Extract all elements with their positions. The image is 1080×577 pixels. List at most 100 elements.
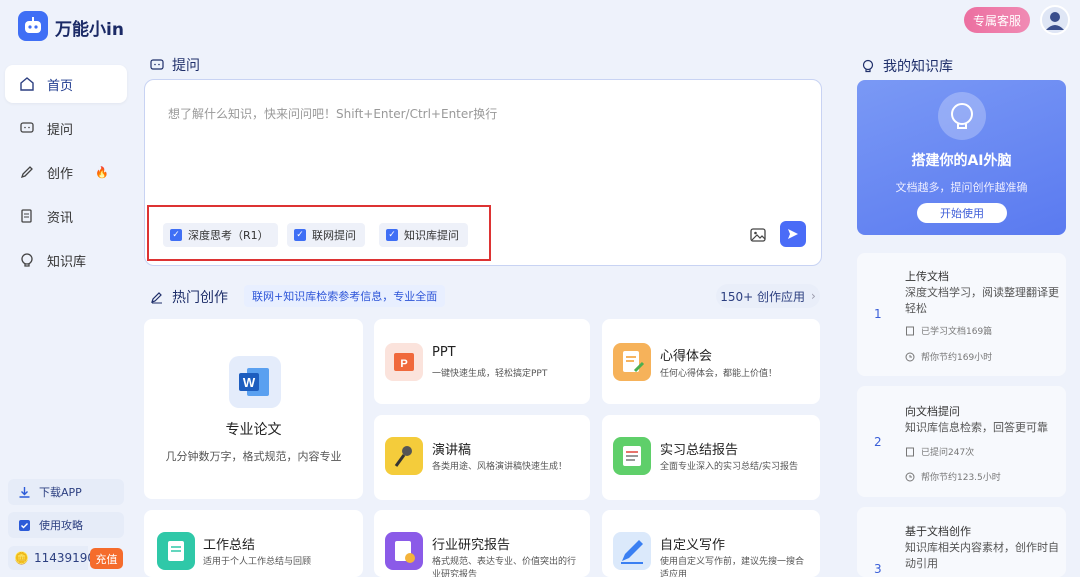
featured-card-title: 专业论文 bbox=[225, 422, 282, 438]
step-meta: 帮你节约123.5小时 bbox=[905, 470, 1001, 483]
checkbox-icon: ✓ bbox=[386, 229, 398, 241]
option-label: 联网提问 bbox=[312, 229, 356, 242]
clock-icon bbox=[905, 352, 915, 361]
card-desc: 格式规范、表达专业、价值突出的行业研究报告 bbox=[432, 557, 577, 577]
step-desc: 知识库信息检索，回答更可靠 bbox=[905, 421, 1048, 434]
sidebar-item-label: 提问 bbox=[47, 122, 74, 138]
brain-icon bbox=[938, 92, 986, 140]
option-label: 深度思考（R1） bbox=[188, 229, 269, 242]
word-document-icon: W bbox=[229, 356, 281, 408]
customer-service-button[interactable]: 专属客服 bbox=[964, 7, 1030, 33]
sidebar-item-label: 创作 bbox=[47, 166, 74, 182]
ask-section-title: 提问 bbox=[150, 55, 200, 75]
notebook-icon bbox=[613, 343, 651, 381]
card-desc: 适用于个人工作总结与回顾 bbox=[203, 557, 312, 567]
send-button[interactable] bbox=[780, 221, 806, 247]
sidebar-item-knowledge[interactable]: 知识库 bbox=[5, 241, 127, 279]
guide-label: 使用攻略 bbox=[39, 519, 83, 532]
more-apps-label: 150+ 创作应用 bbox=[720, 289, 805, 304]
app-name: 万能小in bbox=[55, 20, 124, 40]
kb-banner-title: 搭建你的AI外脑 bbox=[911, 153, 1012, 169]
card-desc: 一键快速生成，轻松搞定PPT bbox=[432, 369, 548, 379]
recharge-button[interactable]: 充值 bbox=[90, 548, 123, 569]
clock-icon bbox=[905, 472, 915, 481]
step-desc: 知识库相关内容素材，创作时自动引用 bbox=[905, 541, 1059, 570]
step-title: 上传文档 bbox=[905, 270, 949, 283]
step-meta-text: 帮你节约123.5小时 bbox=[921, 473, 1001, 483]
step-meta: 已学习文档169篇 bbox=[905, 324, 992, 337]
avatar[interactable] bbox=[1040, 5, 1070, 35]
coin-count: 11439190 bbox=[33, 551, 96, 565]
send-icon bbox=[788, 229, 798, 239]
brain-icon bbox=[21, 253, 33, 267]
deep-think-option[interactable]: ✓ 深度思考（R1） bbox=[163, 223, 278, 247]
document-icon bbox=[906, 326, 914, 335]
writing-icon bbox=[613, 532, 651, 570]
step-number: 3 bbox=[874, 562, 882, 576]
document-icon bbox=[906, 447, 914, 456]
download-app-button[interactable]: 下载APP bbox=[8, 479, 124, 505]
sidebar-item-home[interactable]: 首页 bbox=[5, 65, 127, 103]
step-desc: 深度文档学习，阅读整理翻译更轻松 bbox=[905, 286, 1059, 315]
image-upload-icon[interactable] bbox=[749, 226, 767, 244]
card-title: 行业研究报告 bbox=[432, 538, 511, 553]
sidebar-item-label: 资讯 bbox=[47, 210, 74, 226]
app-logo-icon bbox=[18, 11, 48, 41]
start-button[interactable]: 开始使用 bbox=[917, 203, 1007, 223]
card-desc: 使用自定义写作前，建议先搜一搜合适应用 bbox=[660, 557, 805, 577]
kb-section-title: 我的知识库 bbox=[861, 56, 953, 76]
sidebar-item-news[interactable]: 资讯 bbox=[5, 197, 127, 235]
step-meta-text: 已提问247次 bbox=[921, 448, 975, 458]
featured-card-desc: 几分钟数万字，格式规范，内容专业 bbox=[165, 450, 342, 463]
card-title: 实习总结报告 bbox=[660, 443, 739, 458]
hot-title: 热门创作 bbox=[172, 290, 228, 306]
svg-text:W: W bbox=[243, 375, 256, 390]
pen-icon bbox=[20, 166, 33, 179]
check-box-icon bbox=[19, 519, 30, 531]
card-title: 自定义写作 bbox=[660, 538, 726, 553]
ppt-icon: P bbox=[385, 343, 423, 381]
chevron-right-icon: › bbox=[810, 289, 816, 303]
sidebar-item-label: 首页 bbox=[47, 78, 74, 94]
card-desc: 全面专业深入的实习总结/实习报告 bbox=[660, 462, 799, 472]
brain-icon bbox=[862, 59, 874, 73]
sidebar-item-create[interactable]: 创作 🔥 bbox=[5, 153, 127, 191]
fire-icon: 🔥 bbox=[95, 165, 109, 179]
card-title: PPT bbox=[432, 345, 456, 360]
chat-icon bbox=[20, 122, 34, 133]
card-desc: 任何心得体会，都能上价值！ bbox=[660, 369, 778, 379]
sidebar-item-label: 知识库 bbox=[47, 254, 87, 270]
pen-icon bbox=[151, 292, 162, 304]
hot-description: 联网+知识库检索参考信息，专业全面 bbox=[244, 285, 446, 307]
ask-title: 提问 bbox=[172, 58, 200, 74]
web-search-option[interactable]: ✓ 联网提问 bbox=[287, 223, 365, 247]
kb-question-option[interactable]: ✓ 知识库提问 bbox=[379, 223, 468, 247]
guide-button[interactable]: 使用攻略 bbox=[8, 512, 124, 538]
coin-balance: 🪙 11439190 bbox=[8, 546, 95, 570]
card-title: 心得体会 bbox=[660, 349, 713, 364]
step-meta: 帮你节约169小时 bbox=[905, 350, 992, 363]
option-label: 知识库提问 bbox=[404, 229, 459, 242]
research-doc-icon bbox=[385, 532, 423, 570]
download-icon bbox=[19, 486, 30, 498]
checkbox-icon: ✓ bbox=[294, 229, 306, 241]
kb-banner-subtitle: 文档越多，提问创作越准确 bbox=[895, 181, 1028, 194]
card-title: 演讲稿 bbox=[432, 443, 472, 458]
clipboard-icon bbox=[157, 532, 195, 570]
step-meta: 已提问247次 bbox=[905, 445, 974, 458]
report-icon bbox=[613, 437, 651, 475]
featured-card-thesis[interactable] bbox=[144, 319, 363, 499]
step-title: 基于文档创作 bbox=[905, 525, 971, 538]
more-apps-button[interactable]: 150+ 创作应用 › bbox=[716, 284, 820, 308]
step-number: 2 bbox=[874, 435, 882, 449]
svg-text:P: P bbox=[400, 358, 407, 370]
chat-icon bbox=[150, 59, 164, 70]
coin-icon: 🪙 bbox=[14, 551, 29, 565]
step-number: 1 bbox=[874, 307, 882, 321]
card-desc: 各类用途、风格演讲稿快速生成！ bbox=[432, 462, 568, 472]
checkbox-icon: ✓ bbox=[170, 229, 182, 241]
step-title: 向文档提问 bbox=[905, 405, 960, 418]
microphone-icon bbox=[385, 437, 423, 475]
sidebar-item-ask[interactable]: 提问 bbox=[5, 109, 127, 147]
step-meta-text: 已学习文档169篇 bbox=[921, 327, 993, 337]
